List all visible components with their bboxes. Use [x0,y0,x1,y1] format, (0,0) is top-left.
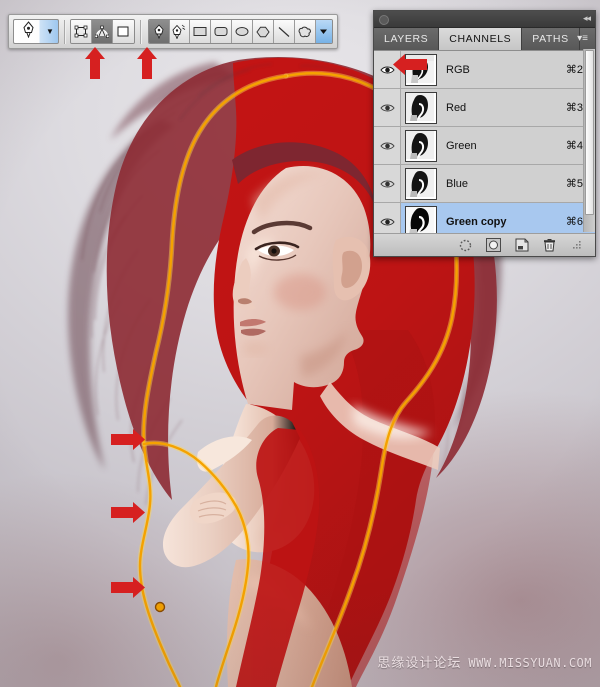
eye-icon [380,179,395,189]
tab-paths[interactable]: PATHS [522,28,579,50]
arrow-right-mask-2 [110,501,146,529]
tab-layers[interactable]: LAYERS [374,28,439,50]
scrollbar-thumb[interactable] [585,50,594,215]
toolbar-divider-1 [64,20,65,44]
channel-shortcut: ⌘3 [566,101,583,114]
toolbar-divider-2 [140,20,141,44]
chevron-down-icon[interactable]: ▼ [42,27,58,36]
channel-thumbnail-green [405,130,437,162]
eye-icon [380,217,395,227]
eye-icon [380,141,395,151]
arrow-right-mask-3 [110,576,146,604]
rounded-rectangle-tool-button[interactable] [211,20,232,43]
channel-list-scrollbar[interactable] [583,49,595,232]
channel-name: Red [446,102,566,114]
rectangle-tool-button[interactable] [190,20,211,43]
channel-name: Blue [446,178,566,190]
resize-grip-icon[interactable] [570,238,585,253]
load-channel-as-selection-button[interactable] [458,238,473,253]
channel-shortcut: ⌘4 [566,139,583,152]
channel-name: RGB [446,64,566,76]
paths-mode-button[interactable] [92,20,113,43]
panel-menu-icon[interactable]: ▾≡ [577,33,588,44]
create-new-channel-button[interactable] [514,238,529,253]
save-selection-as-channel-button[interactable] [486,238,501,253]
channel-row-red[interactable]: Red ⌘3 [374,89,595,127]
path-mode-buttons[interactable] [70,19,135,44]
shape-tool-buttons[interactable] [148,19,333,44]
arrow-up-paths-mode [84,46,106,85]
arrow-up-pen-tool [136,46,158,85]
channel-visibility-toggle[interactable] [374,127,401,164]
custom-shape-tool-button[interactable] [295,20,316,43]
channel-thumbnail-red [405,92,437,124]
tab-channels[interactable]: CHANNELS [439,28,522,50]
channel-row-blue[interactable]: Blue ⌘5 [374,165,595,203]
pen-tool-button[interactable] [149,20,170,43]
polygon-tool-button[interactable] [253,20,274,43]
ellipse-tool-button[interactable] [232,20,253,43]
path-anchor-point [156,603,165,612]
freeform-pen-tool-button[interactable] [170,20,191,43]
channel-visibility-toggle[interactable] [374,165,401,202]
tool-preset-picker[interactable]: ▼ [13,19,59,44]
panel-tab-strip[interactable]: LAYERS CHANNELS PATHS ▾≡ [374,28,595,51]
channel-name: Green [446,140,566,152]
panel-close-icon[interactable] [379,15,389,25]
collapse-to-icons-icon[interactable]: ◂◂ [583,13,590,24]
channels-panel[interactable]: ◂◂ LAYERS CHANNELS PATHS ▾≡ [373,10,596,257]
eye-icon [380,103,395,113]
channel-visibility-toggle[interactable] [374,89,401,126]
channel-shortcut: ⌘5 [566,177,583,190]
channel-shortcut: ⌘6 [566,215,583,228]
channel-name: Green copy [446,216,566,228]
delete-channel-button[interactable] [542,238,557,253]
fill-pixels-button[interactable] [113,20,134,43]
geometry-options-button[interactable] [316,20,332,43]
panel-titlebar[interactable]: ◂◂ [374,11,595,28]
channels-panel-footer[interactable] [374,233,595,256]
line-tool-button[interactable] [274,20,295,43]
channel-thumbnail-blue [405,168,437,200]
arrow-right-mask-1 [110,428,146,456]
channel-row-green[interactable]: Green ⌘4 [374,127,595,165]
pen-tool-icon [14,21,42,43]
tool-options-bar[interactable]: ▼ [8,14,338,49]
channel-shortcut: ⌘2 [566,63,583,76]
panel-tab-filler: ▾≡ [580,28,595,50]
shape-layers-button[interactable] [71,20,92,43]
arrow-left-rgb-eye [392,53,428,81]
